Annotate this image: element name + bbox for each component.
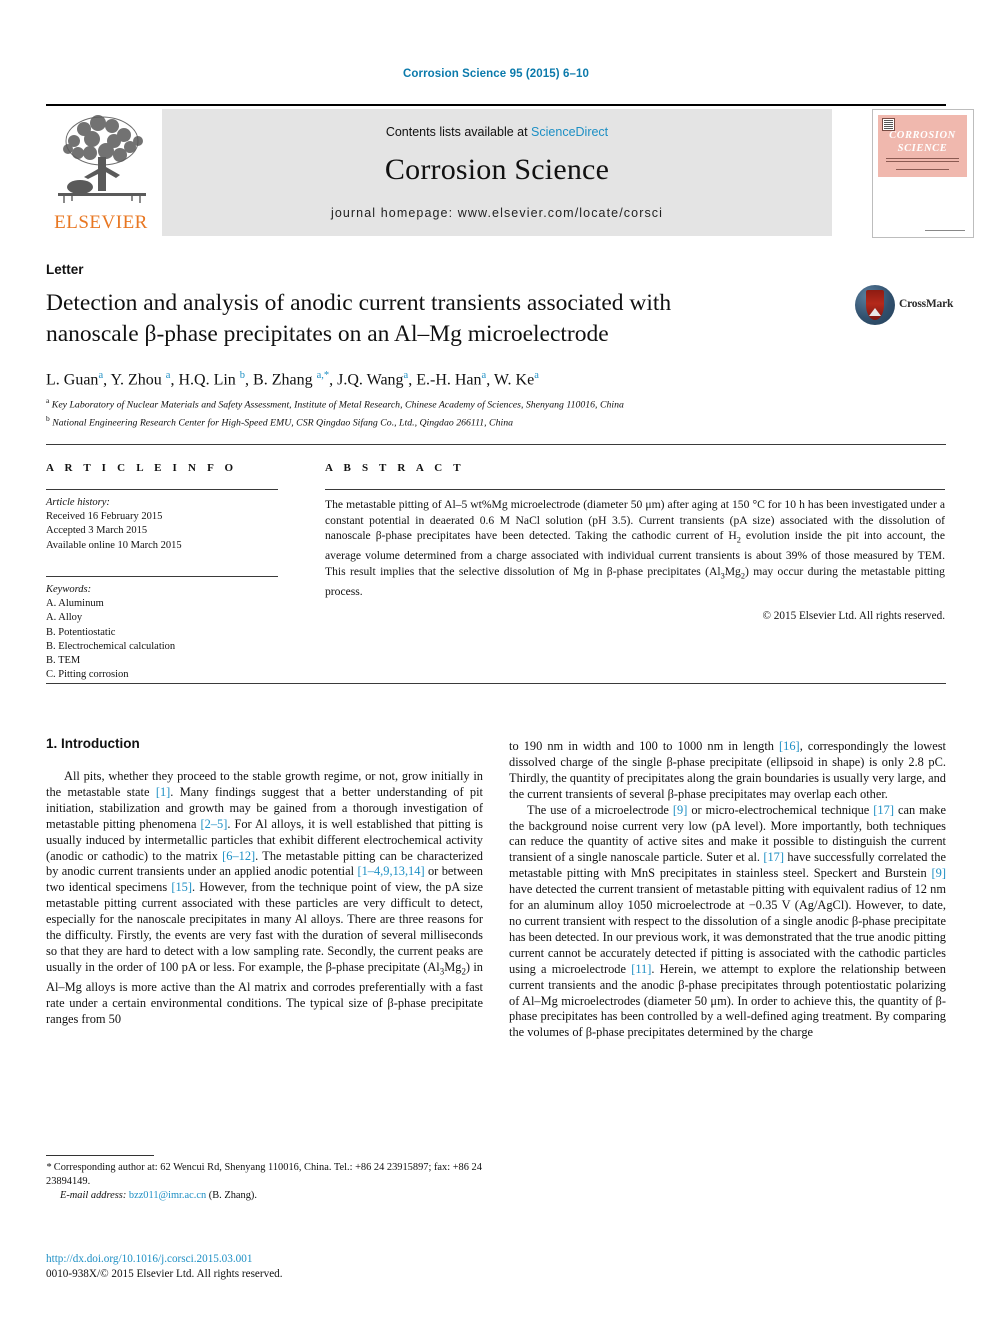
email-suffix: (B. Zhang). (208, 1189, 257, 1201)
keywords-list: Keywords: A. Aluminum A. Alloy B. Potent… (46, 583, 286, 682)
abstract-heading: A B S T R A C T (325, 462, 465, 474)
paragraph: to 190 nm in width and 100 to 1000 nm in… (509, 739, 946, 801)
tree-svg (58, 115, 146, 203)
affiliations: a Key Laboratory of Nuclear Materials an… (46, 394, 906, 430)
article-history: Article history: Received 16 February 20… (46, 496, 286, 553)
footnote-rule (46, 1155, 154, 1156)
page-title: Detection and analysis of anodic current… (46, 290, 672, 347)
contents-prefix: Contents lists available at (385, 125, 532, 139)
crossmark-icon (855, 285, 895, 325)
corresponding-author-note: * Corresponding author at: 62 Wencui Rd,… (46, 1162, 482, 1187)
masthead-band: Contents lists available at ScienceDirec… (162, 109, 832, 236)
keyword-item: A. Aluminum (46, 598, 104, 610)
cover-header-band: CORROSION SCIENCE (878, 115, 967, 177)
elsevier-tree-icon (54, 111, 150, 209)
history-item: Received 16 February 2015 (46, 511, 163, 523)
abstract-text: The metastable pitting of Al–5 wt%Mg mic… (325, 498, 945, 598)
cover-title-line1: CORROSION (889, 130, 956, 141)
sciencedirect-link[interactable]: ScienceDirect (531, 125, 608, 139)
article-history-label: Article history: (46, 497, 110, 508)
paragraph: The use of a microelectrode [9] or micro… (509, 802, 946, 1040)
keyword-item: B. Electrochemical calculation (46, 640, 176, 652)
crossmark-badge[interactable]: CrossMark (855, 285, 953, 333)
keyword-item: A. Alloy (46, 612, 83, 624)
article-type: Letter (46, 262, 84, 277)
keyword-item: C. Pitting corrosion (46, 669, 129, 681)
affiliation-a-text: Key Laboratory of Nuclear Materials and … (51, 399, 624, 411)
cover-footer-text (925, 228, 965, 231)
info-bottom-rule (46, 683, 946, 684)
history-item: Available online 10 March 2015 (46, 539, 182, 551)
journal-title: Corrosion Science (384, 153, 610, 186)
author-list: L. Guana, Y. Zhou a, H.Q. Lin b, B. Zhan… (46, 370, 539, 389)
cover-subtitle-lines (886, 158, 959, 162)
body-column-left: All pits, whether they proceed to the st… (46, 769, 483, 1028)
issn-copyright-line: 0010-938X/© 2015 Elsevier Ltd. All right… (46, 1268, 283, 1280)
abstract-heading-rule (325, 489, 945, 490)
paragraph: All pits, whether they proceed to the st… (46, 769, 484, 1027)
cover-title-line2: SCIENCE (897, 143, 948, 154)
crossmark-label: CrossMark (899, 298, 954, 310)
affiliation-b-text: National Engineering Research Center for… (52, 417, 513, 429)
affiliation-a: a Key Laboratory of Nuclear Materials an… (46, 396, 624, 411)
info-heading-rule (46, 489, 278, 490)
doi-link[interactable]: http://dx.doi.org/10.1016/j.corsci.2015.… (46, 1252, 483, 1267)
keyword-item: B. Potentiostatic (46, 626, 116, 638)
elsevier-wordmark: ELSEVIER (54, 212, 148, 233)
paper-page: Corrosion Science 95 (2015) 6–10 ELSEVIE… (0, 0, 992, 1323)
keywords-rule (46, 576, 278, 577)
elsevier-logo: ELSEVIER (46, 109, 156, 236)
journal-masthead: ELSEVIER Contents lists available at Sci… (46, 104, 974, 238)
journal-homepage-link[interactable]: journal homepage: www.elsevier.com/locat… (162, 206, 832, 220)
article-info-heading: A R T I C L E I N F O (46, 462, 238, 474)
keyword-item: B. TEM (46, 655, 81, 667)
body-column-right: to 190 nm in width and 100 to 1000 nm in… (509, 739, 946, 1041)
keywords-label: Keywords: (46, 584, 92, 595)
contents-available-line: Contents lists available at ScienceDirec… (162, 125, 832, 139)
journal-cover-thumbnail[interactable]: CORROSION SCIENCE (872, 109, 974, 238)
history-item: Accepted 3 March 2015 (46, 525, 148, 537)
abstract-copyright: © 2015 Elsevier Ltd. All rights reserved… (762, 610, 946, 622)
footnote-block: * Corresponding author at: 62 Wencui Rd,… (46, 1161, 483, 1202)
affiliation-b: b National Engineering Research Center f… (46, 413, 513, 429)
doi-block: http://dx.doi.org/10.1016/j.corsci.2015.… (46, 1252, 483, 1282)
crossmark-icon-arrow (869, 308, 881, 316)
email-label: E-mail address: (60, 1189, 127, 1201)
running-head: Corrosion Science 95 (2015) 6–10 (402, 68, 589, 80)
section-heading-introduction: 1. Introduction (46, 736, 140, 751)
email-note: E-mail address: bzz011@imr.ac.cn (B. Zha… (46, 1189, 483, 1203)
cover-subtitle-lines-2 (896, 167, 949, 170)
info-top-rule (46, 444, 946, 445)
email-link[interactable]: bzz011@imr.ac.cn (129, 1190, 206, 1201)
